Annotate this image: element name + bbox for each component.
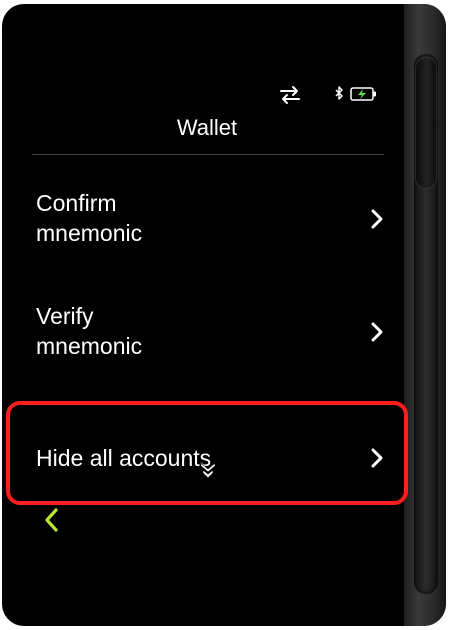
status-bar bbox=[2, 4, 402, 114]
chevron-right-icon bbox=[370, 321, 384, 348]
page-title: Wallet bbox=[176, 115, 238, 140]
back-button[interactable] bbox=[40, 506, 64, 534]
cursor-icon bbox=[200, 462, 216, 485]
menu-item-label: Hide all accounts bbox=[36, 445, 212, 471]
battery-charging-icon bbox=[350, 86, 378, 107]
bluetooth-icon bbox=[334, 86, 344, 105]
menu-item-label: Verify mnemonic bbox=[36, 303, 143, 359]
menu-item-verify-mnemonic[interactable]: Verify mnemonic bbox=[36, 301, 386, 381]
menu-item-label: Confirm mnemonic bbox=[36, 190, 143, 246]
device-screen: Wallet Confirm mnemonic Verify mnemonic … bbox=[2, 4, 408, 626]
menu-item-confirm-mnemonic[interactable]: Confirm mnemonic bbox=[36, 188, 386, 268]
wallet-device: Wallet Confirm mnemonic Verify mnemonic … bbox=[2, 4, 446, 626]
chevron-right-icon bbox=[370, 447, 384, 474]
device-side-rail bbox=[404, 4, 446, 626]
header-divider bbox=[32, 154, 384, 155]
transfer-arrows-icon bbox=[278, 84, 302, 111]
chevron-left-icon bbox=[40, 508, 64, 538]
side-button[interactable] bbox=[416, 58, 436, 188]
chevron-right-icon bbox=[370, 208, 384, 235]
